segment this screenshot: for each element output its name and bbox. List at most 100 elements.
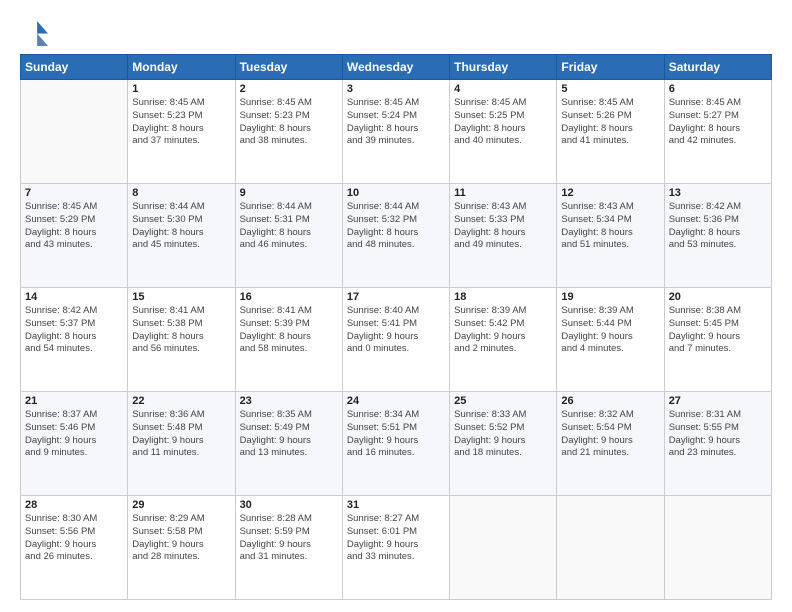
logo-icon (20, 18, 48, 46)
day-info: Sunrise: 8:34 AM Sunset: 5:51 PM Dayligh… (347, 409, 445, 460)
day-info: Sunrise: 8:38 AM Sunset: 5:45 PM Dayligh… (669, 305, 767, 356)
day-number: 4 (454, 83, 552, 95)
day-number: 21 (25, 395, 123, 407)
calendar-cell: 28 Sunrise: 8:30 AM Sunset: 5:56 PM Dayl… (21, 496, 128, 600)
day-info: Sunrise: 8:45 AM Sunset: 5:23 PM Dayligh… (240, 97, 338, 148)
day-number: 22 (132, 395, 230, 407)
calendar-cell: 14 Sunrise: 8:42 AM Sunset: 5:37 PM Dayl… (21, 288, 128, 392)
calendar-cell: 10 Sunrise: 8:44 AM Sunset: 5:32 PM Dayl… (342, 184, 449, 288)
day-number: 13 (669, 187, 767, 199)
weekday-header-tuesday: Tuesday (235, 55, 342, 80)
day-number: 17 (347, 291, 445, 303)
day-number: 3 (347, 83, 445, 95)
day-info: Sunrise: 8:36 AM Sunset: 5:48 PM Dayligh… (132, 409, 230, 460)
calendar-cell: 21 Sunrise: 8:37 AM Sunset: 5:46 PM Dayl… (21, 392, 128, 496)
day-info: Sunrise: 8:41 AM Sunset: 5:39 PM Dayligh… (240, 305, 338, 356)
calendar-cell: 16 Sunrise: 8:41 AM Sunset: 5:39 PM Dayl… (235, 288, 342, 392)
calendar-cell: 15 Sunrise: 8:41 AM Sunset: 5:38 PM Dayl… (128, 288, 235, 392)
weekday-header-thursday: Thursday (450, 55, 557, 80)
weekday-header-saturday: Saturday (664, 55, 771, 80)
day-info: Sunrise: 8:41 AM Sunset: 5:38 PM Dayligh… (132, 305, 230, 356)
day-number: 2 (240, 83, 338, 95)
weekday-header-friday: Friday (557, 55, 664, 80)
day-number: 23 (240, 395, 338, 407)
calendar-cell: 7 Sunrise: 8:45 AM Sunset: 5:29 PM Dayli… (21, 184, 128, 288)
day-number: 31 (347, 499, 445, 511)
day-info: Sunrise: 8:45 AM Sunset: 5:26 PM Dayligh… (561, 97, 659, 148)
calendar-cell: 22 Sunrise: 8:36 AM Sunset: 5:48 PM Dayl… (128, 392, 235, 496)
calendar-cell (664, 496, 771, 600)
calendar-cell: 3 Sunrise: 8:45 AM Sunset: 5:24 PM Dayli… (342, 80, 449, 184)
day-info: Sunrise: 8:45 AM Sunset: 5:23 PM Dayligh… (132, 97, 230, 148)
day-info: Sunrise: 8:37 AM Sunset: 5:46 PM Dayligh… (25, 409, 123, 460)
day-number: 24 (347, 395, 445, 407)
calendar-cell: 8 Sunrise: 8:44 AM Sunset: 5:30 PM Dayli… (128, 184, 235, 288)
calendar-cell: 26 Sunrise: 8:32 AM Sunset: 5:54 PM Dayl… (557, 392, 664, 496)
calendar-cell: 27 Sunrise: 8:31 AM Sunset: 5:55 PM Dayl… (664, 392, 771, 496)
calendar-cell: 4 Sunrise: 8:45 AM Sunset: 5:25 PM Dayli… (450, 80, 557, 184)
calendar-cell: 20 Sunrise: 8:38 AM Sunset: 5:45 PM Dayl… (664, 288, 771, 392)
day-number: 1 (132, 83, 230, 95)
day-info: Sunrise: 8:31 AM Sunset: 5:55 PM Dayligh… (669, 409, 767, 460)
calendar-cell (21, 80, 128, 184)
day-info: Sunrise: 8:42 AM Sunset: 5:37 PM Dayligh… (25, 305, 123, 356)
calendar-cell (557, 496, 664, 600)
day-number: 19 (561, 291, 659, 303)
day-info: Sunrise: 8:35 AM Sunset: 5:49 PM Dayligh… (240, 409, 338, 460)
logo (20, 18, 52, 46)
day-number: 26 (561, 395, 659, 407)
week-row-5: 28 Sunrise: 8:30 AM Sunset: 5:56 PM Dayl… (21, 496, 772, 600)
day-number: 10 (347, 187, 445, 199)
day-info: Sunrise: 8:30 AM Sunset: 5:56 PM Dayligh… (25, 513, 123, 564)
calendar-cell: 25 Sunrise: 8:33 AM Sunset: 5:52 PM Dayl… (450, 392, 557, 496)
calendar-cell: 24 Sunrise: 8:34 AM Sunset: 5:51 PM Dayl… (342, 392, 449, 496)
day-info: Sunrise: 8:44 AM Sunset: 5:31 PM Dayligh… (240, 201, 338, 252)
day-number: 29 (132, 499, 230, 511)
day-number: 15 (132, 291, 230, 303)
day-info: Sunrise: 8:45 AM Sunset: 5:27 PM Dayligh… (669, 97, 767, 148)
page: SundayMondayTuesdayWednesdayThursdayFrid… (0, 0, 792, 612)
day-number: 25 (454, 395, 552, 407)
day-info: Sunrise: 8:33 AM Sunset: 5:52 PM Dayligh… (454, 409, 552, 460)
calendar-cell: 13 Sunrise: 8:42 AM Sunset: 5:36 PM Dayl… (664, 184, 771, 288)
day-number: 8 (132, 187, 230, 199)
calendar-table: SundayMondayTuesdayWednesdayThursdayFrid… (20, 54, 772, 600)
day-info: Sunrise: 8:45 AM Sunset: 5:24 PM Dayligh… (347, 97, 445, 148)
day-info: Sunrise: 8:42 AM Sunset: 5:36 PM Dayligh… (669, 201, 767, 252)
day-number: 18 (454, 291, 552, 303)
day-info: Sunrise: 8:44 AM Sunset: 5:32 PM Dayligh… (347, 201, 445, 252)
day-number: 30 (240, 499, 338, 511)
day-number: 7 (25, 187, 123, 199)
calendar-cell: 17 Sunrise: 8:40 AM Sunset: 5:41 PM Dayl… (342, 288, 449, 392)
calendar-cell: 29 Sunrise: 8:29 AM Sunset: 5:58 PM Dayl… (128, 496, 235, 600)
week-row-3: 14 Sunrise: 8:42 AM Sunset: 5:37 PM Dayl… (21, 288, 772, 392)
weekday-header-monday: Monday (128, 55, 235, 80)
calendar-cell: 6 Sunrise: 8:45 AM Sunset: 5:27 PM Dayli… (664, 80, 771, 184)
day-info: Sunrise: 8:39 AM Sunset: 5:42 PM Dayligh… (454, 305, 552, 356)
calendar-cell: 18 Sunrise: 8:39 AM Sunset: 5:42 PM Dayl… (450, 288, 557, 392)
day-info: Sunrise: 8:45 AM Sunset: 5:29 PM Dayligh… (25, 201, 123, 252)
week-row-1: 1 Sunrise: 8:45 AM Sunset: 5:23 PM Dayli… (21, 80, 772, 184)
weekday-header-sunday: Sunday (21, 55, 128, 80)
day-number: 11 (454, 187, 552, 199)
day-number: 27 (669, 395, 767, 407)
day-info: Sunrise: 8:39 AM Sunset: 5:44 PM Dayligh… (561, 305, 659, 356)
calendar-cell: 30 Sunrise: 8:28 AM Sunset: 5:59 PM Dayl… (235, 496, 342, 600)
week-row-4: 21 Sunrise: 8:37 AM Sunset: 5:46 PM Dayl… (21, 392, 772, 496)
day-number: 16 (240, 291, 338, 303)
day-number: 5 (561, 83, 659, 95)
calendar-cell: 23 Sunrise: 8:35 AM Sunset: 5:49 PM Dayl… (235, 392, 342, 496)
calendar-cell: 19 Sunrise: 8:39 AM Sunset: 5:44 PM Dayl… (557, 288, 664, 392)
calendar-cell: 1 Sunrise: 8:45 AM Sunset: 5:23 PM Dayli… (128, 80, 235, 184)
day-info: Sunrise: 8:43 AM Sunset: 5:33 PM Dayligh… (454, 201, 552, 252)
day-info: Sunrise: 8:40 AM Sunset: 5:41 PM Dayligh… (347, 305, 445, 356)
calendar-cell: 2 Sunrise: 8:45 AM Sunset: 5:23 PM Dayli… (235, 80, 342, 184)
day-number: 6 (669, 83, 767, 95)
day-number: 12 (561, 187, 659, 199)
calendar-cell: 9 Sunrise: 8:44 AM Sunset: 5:31 PM Dayli… (235, 184, 342, 288)
day-info: Sunrise: 8:44 AM Sunset: 5:30 PM Dayligh… (132, 201, 230, 252)
calendar-cell: 11 Sunrise: 8:43 AM Sunset: 5:33 PM Dayl… (450, 184, 557, 288)
calendar-cell: 12 Sunrise: 8:43 AM Sunset: 5:34 PM Dayl… (557, 184, 664, 288)
week-row-2: 7 Sunrise: 8:45 AM Sunset: 5:29 PM Dayli… (21, 184, 772, 288)
day-info: Sunrise: 8:29 AM Sunset: 5:58 PM Dayligh… (132, 513, 230, 564)
